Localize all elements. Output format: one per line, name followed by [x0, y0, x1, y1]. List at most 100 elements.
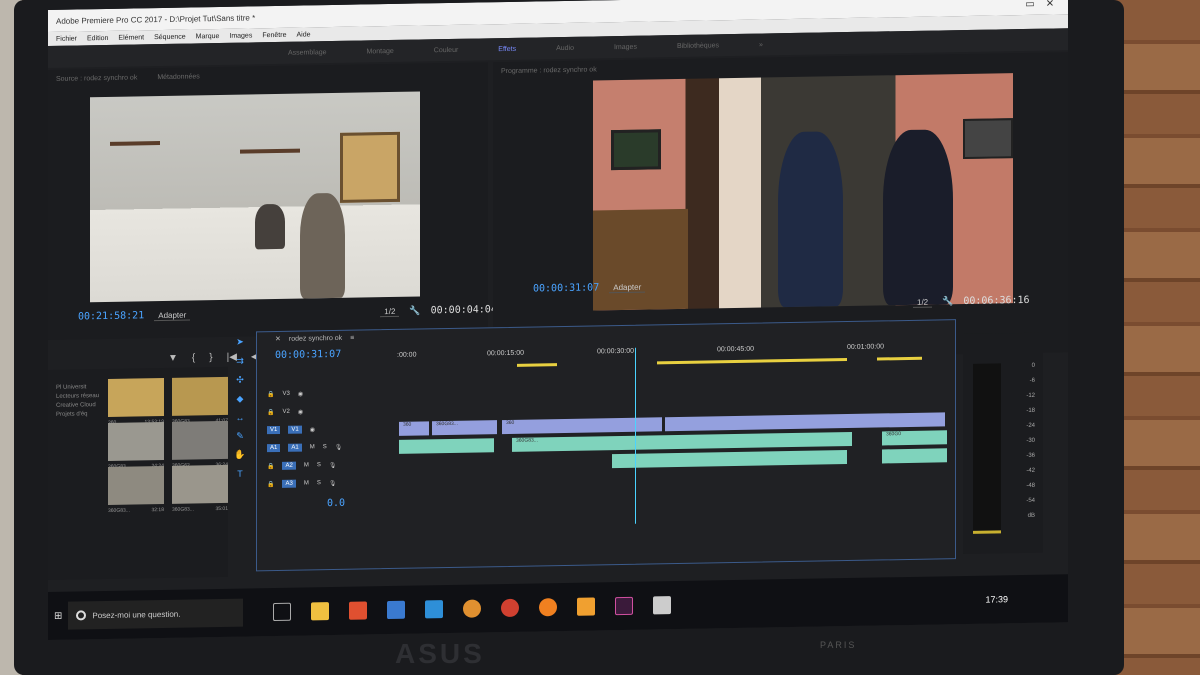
source-fit-select[interactable]: Adapter — [154, 310, 191, 321]
track-select-icon[interactable]: ⇉ — [236, 356, 244, 367]
settings-icon[interactable] — [463, 599, 482, 618]
vlc-icon[interactable] — [577, 597, 596, 616]
lock-icon[interactable]: 🔒 — [267, 463, 274, 470]
track-v1[interactable]: V1 V1 ◉ — [267, 421, 387, 437]
ws-assemblage[interactable]: Assemblage — [288, 49, 327, 57]
menu-aide[interactable]: Aide — [296, 31, 310, 38]
menu-icon[interactable]: ≡ — [350, 334, 354, 341]
video-clip[interactable]: 360 — [399, 421, 429, 436]
search-box[interactable]: Posez-moi une question. — [68, 598, 244, 630]
menu-fichier[interactable]: Fichier — [56, 35, 77, 42]
mix-value[interactable]: 0.0 — [327, 494, 447, 510]
lock-icon[interactable]: 🔒 — [267, 391, 274, 398]
video-clip[interactable]: 360 — [502, 417, 662, 435]
media-thumb[interactable]: 360G62...36:24 — [172, 420, 228, 469]
program-fit-select[interactable]: Adapter — [609, 282, 646, 293]
media-thumb[interactable]: 360G83...24:24 — [108, 421, 164, 470]
lock-icon[interactable]: 🔒 — [267, 481, 274, 488]
app-icon[interactable] — [501, 598, 520, 618]
video-clip[interactable] — [665, 412, 945, 432]
track-v2[interactable]: 🔒 V2 ◉ — [267, 403, 387, 419]
audio-clip[interactable]: 360G83... — [512, 431, 852, 452]
program-timecode[interactable]: 00:00:31:07 — [533, 282, 599, 294]
source-patch-v1[interactable]: V1 — [267, 425, 281, 435]
menu-edition[interactable]: Edition — [87, 34, 108, 41]
media-thumb[interactable]: 360G83... 32:18 — [108, 465, 164, 514]
audio-clip[interactable] — [882, 448, 947, 464]
menu-element[interactable]: Elément — [118, 34, 144, 41]
mic-icon[interactable]: 🎙 — [335, 443, 343, 450]
menu-marque[interactable]: Marque — [196, 33, 220, 40]
ws-images[interactable]: Images — [614, 43, 637, 50]
track-v3[interactable]: 🔒 V3 ◉ — [267, 385, 387, 401]
eye-icon[interactable]: ◉ — [310, 426, 315, 433]
shelf — [110, 141, 160, 146]
lock-icon[interactable]: 🔒 — [267, 409, 274, 416]
selection-tool-icon[interactable]: ➤ — [236, 337, 244, 348]
restore-icon[interactable]: ▭ — [1020, 0, 1040, 10]
source-timecode[interactable]: 00:21:58:21 — [78, 310, 144, 322]
ws-effets[interactable]: Effets — [498, 45, 516, 52]
audio-clip[interactable] — [612, 450, 847, 469]
mail-icon[interactable] — [425, 600, 444, 619]
tab-metadata[interactable]: Métadonnées — [157, 73, 199, 81]
close-icon[interactable]: ✕ — [275, 335, 281, 343]
office-icon[interactable] — [349, 601, 368, 620]
track-a3[interactable]: 🔒 A3 M S 🎙 — [267, 475, 387, 491]
file-explorer-icon[interactable] — [311, 602, 330, 621]
menu-sequence[interactable]: Séquence — [154, 33, 186, 41]
ws-more[interactable]: » — [759, 41, 763, 48]
track-a1[interactable]: A1 A1 M S 🎙 — [267, 439, 387, 455]
pen-icon[interactable]: ✎ — [236, 431, 244, 442]
tree-item[interactable]: Creative Cloud — [56, 401, 99, 411]
mic-icon[interactable]: 🎙 — [329, 461, 337, 468]
windows-icon[interactable]: ⊞ — [54, 610, 62, 621]
ws-couleur[interactable]: Couleur — [434, 46, 459, 53]
program-controls: 00:00:31:07 Adapter — [533, 282, 646, 295]
eye-icon[interactable]: ◉ — [298, 390, 303, 397]
video-clip[interactable]: 360G83... — [432, 420, 497, 436]
program-resolution-select[interactable]: 1/2 — [913, 297, 933, 308]
mark-in-icon[interactable]: { — [192, 352, 195, 363]
sequence-name[interactable]: rodez synchro ok — [289, 334, 342, 342]
ripple-edit-icon[interactable]: ✣ — [236, 375, 244, 386]
screen: Adobe Premiere Pro CC 2017 - D:\Projet T… — [48, 0, 1068, 640]
track-a2[interactable]: 🔒 A2 M S 🎙 — [267, 457, 387, 473]
hand-icon[interactable]: ✋ — [234, 450, 245, 461]
tab-program[interactable]: Programme : rodez synchro ok — [501, 66, 597, 75]
premiere-icon[interactable] — [615, 596, 634, 616]
menu-fenetre[interactable]: Fenêtre — [262, 31, 286, 38]
menu-images[interactable]: Images — [229, 32, 252, 39]
source-resolution-select[interactable]: 1/2 — [380, 306, 400, 317]
clock[interactable]: 17:39 — [985, 594, 1008, 604]
audio-clip[interactable]: 360G0 — [882, 430, 947, 446]
wrench-icon[interactable]: 🔧 — [409, 305, 420, 316]
mic-icon[interactable]: 🎙 — [329, 479, 337, 486]
wrench-icon[interactable]: 🔧 — [942, 296, 953, 307]
razor-icon[interactable]: ◆ — [237, 394, 244, 405]
media-thumb[interactable]: 360...13:53:19 — [108, 377, 164, 426]
close-icon[interactable]: ✕ — [1040, 0, 1060, 9]
marker-icon[interactable]: ▼ — [168, 353, 178, 364]
task-view-icon[interactable] — [273, 602, 292, 622]
timeline-timecode[interactable]: 00:00:31:07 — [275, 349, 341, 361]
tree-item[interactable]: Projets d'éq — [56, 410, 99, 420]
ws-montage[interactable]: Montage — [367, 47, 394, 54]
tab-source[interactable]: Source : rodez synchro ok — [56, 74, 137, 82]
type-tool-icon[interactable]: T — [237, 469, 243, 479]
time-ruler[interactable]: :00:00 00:00:15:00 00:00:30:00 00:00:45:… — [397, 343, 935, 372]
source-patch-a1[interactable]: A1 — [267, 443, 281, 453]
firefox-icon[interactable] — [539, 598, 558, 617]
ws-bibliotheques[interactable]: Bibliothèques — [677, 42, 719, 50]
mark-out-icon[interactable]: } — [209, 352, 212, 363]
playhead[interactable] — [635, 347, 636, 524]
ws-audio[interactable]: Audio — [556, 44, 574, 51]
slip-icon[interactable]: ↔ — [236, 413, 245, 423]
eye-icon[interactable]: ◉ — [298, 408, 303, 415]
media-thumb[interactable]: 360G83... 35:01 — [172, 464, 228, 513]
audio-clip[interactable] — [399, 438, 494, 454]
store-icon[interactable] — [387, 600, 406, 620]
media-thumb[interactable]: 360G83...41:07 — [172, 376, 228, 425]
source-video-frame — [90, 91, 420, 303]
notes-icon[interactable] — [653, 596, 672, 615]
